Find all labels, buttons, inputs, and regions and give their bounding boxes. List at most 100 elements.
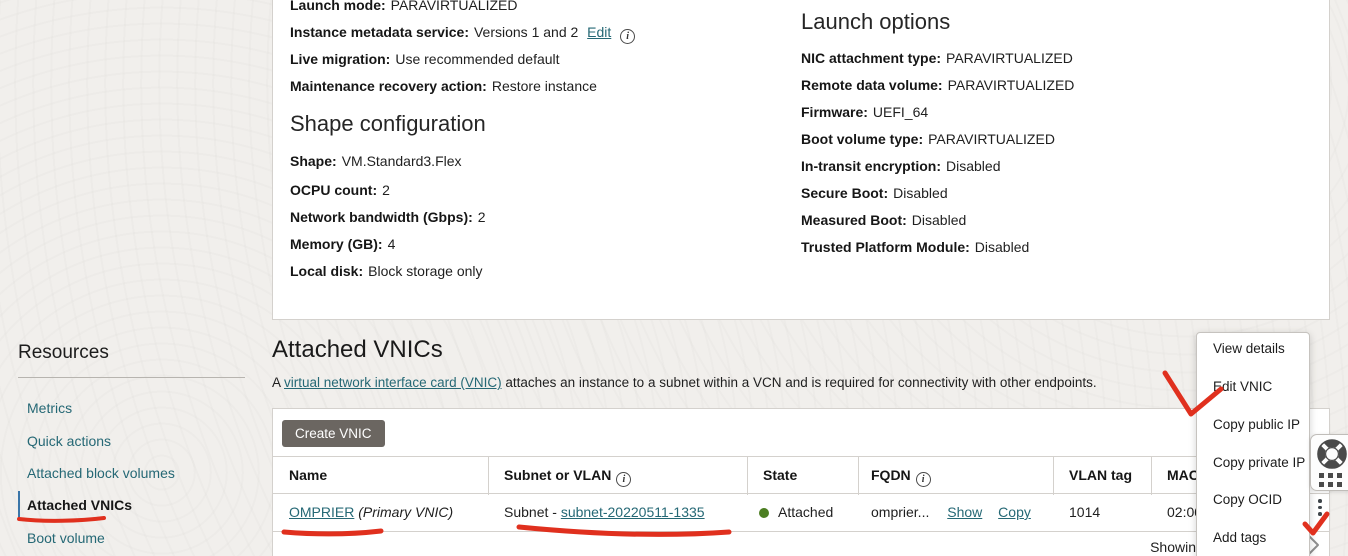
cell-state: Attached bbox=[759, 504, 833, 520]
detail-label: Network bandwidth (Gbps): bbox=[290, 209, 473, 225]
sidebar-item-metrics[interactable]: Metrics bbox=[27, 400, 72, 416]
vnic-doc-link[interactable]: virtual network interface card (VNIC) bbox=[284, 375, 502, 390]
primary-vnic-label: (Primary VNIC) bbox=[354, 504, 453, 520]
description-suffix: attaches an instance to a subnet within … bbox=[502, 375, 1097, 390]
detail-trusted-platform-module: Trusted Platform Module: Disabled bbox=[801, 239, 1029, 256]
kebab-dot bbox=[1318, 499, 1322, 503]
floating-tools-widget bbox=[1310, 434, 1348, 491]
detail-local-disk: Local disk: Block storage only bbox=[290, 263, 483, 280]
description-prefix: A bbox=[272, 375, 284, 390]
detail-label: Launch mode: bbox=[290, 0, 386, 13]
detail-value: 4 bbox=[388, 236, 396, 252]
info-icon[interactable] bbox=[620, 29, 635, 44]
kebab-dot bbox=[1318, 512, 1322, 516]
row-actions-kebab-icon[interactable] bbox=[1314, 499, 1326, 521]
menu-item-edit-vnic[interactable]: Edit VNIC bbox=[1197, 372, 1309, 402]
detail-value: 2 bbox=[382, 182, 390, 198]
cell-subnet: Subnet - subnet-20220511-1335 bbox=[504, 504, 705, 520]
detail-shape: Shape:VM.Standard3.Flex bbox=[290, 153, 462, 170]
resources-heading: Resources bbox=[18, 342, 109, 364]
detail-label: In-transit encryption: bbox=[801, 158, 941, 174]
fqdn-copy-link[interactable]: Copy bbox=[998, 504, 1031, 520]
detail-label: Boot volume type: bbox=[801, 131, 923, 147]
detail-in-transit-encryption: In-transit encryption: Disabled bbox=[801, 158, 1001, 175]
detail-label: Trusted Platform Module: bbox=[801, 239, 970, 255]
column-separator bbox=[1053, 457, 1054, 495]
detail-value: Disabled bbox=[946, 158, 1000, 174]
status-dot-icon bbox=[759, 508, 769, 518]
attached-vnics-heading: Attached VNICs bbox=[272, 336, 443, 364]
sidebar-divider bbox=[18, 377, 245, 378]
detail-label: NIC attachment type: bbox=[801, 50, 941, 66]
launch-options-heading: Launch options bbox=[801, 9, 950, 35]
menu-item-view-details[interactable]: View details bbox=[1197, 334, 1309, 364]
detail-instance-metadata-service: Instance metadata service: Versions 1 and… bbox=[290, 24, 635, 44]
column-separator bbox=[1151, 457, 1152, 495]
detail-value: Disabled bbox=[975, 239, 1029, 255]
status-text: Attached bbox=[778, 504, 833, 520]
vnics-table: Create VNIC Name Subnet or VLAN State FQ… bbox=[272, 408, 1330, 556]
detail-label: Live migration: bbox=[290, 51, 390, 67]
detail-label: Local disk: bbox=[290, 263, 363, 279]
menu-item-copy-ocid[interactable]: Copy OCID bbox=[1197, 485, 1309, 515]
info-icon[interactable] bbox=[916, 472, 931, 487]
column-header-name: Name bbox=[289, 467, 327, 483]
detail-label: OCPU count: bbox=[290, 182, 377, 198]
menu-item-copy-private-ip[interactable]: Copy private IP bbox=[1197, 448, 1309, 478]
detail-value: Use recommended default bbox=[395, 51, 559, 67]
detail-label: Firmware: bbox=[801, 104, 868, 120]
sidebar-item-boot-volume[interactable]: Boot volume bbox=[27, 530, 105, 546]
detail-label: Instance metadata service: bbox=[290, 24, 469, 40]
menu-item-copy-public-ip[interactable]: Copy public IP bbox=[1197, 410, 1309, 440]
fqdn-show-link[interactable]: Show bbox=[947, 504, 982, 520]
apps-grid-icon[interactable] bbox=[1319, 473, 1343, 487]
column-separator bbox=[488, 457, 489, 495]
sidebar-item-attached-block-volumes[interactable]: Attached block volumes bbox=[27, 465, 175, 481]
column-header-vlan-tag: VLAN tag bbox=[1069, 467, 1132, 483]
subnet-link[interactable]: subnet-20220511-1335 bbox=[561, 504, 705, 520]
shape-configuration-heading: Shape configuration bbox=[290, 111, 486, 137]
oci-instance-page: Launch mode: PARAVIRTUALIZED Instance met… bbox=[0, 0, 1348, 556]
detail-value: PARAVIRTUALIZED bbox=[928, 131, 1055, 147]
annotation-underline-sidebar-attached-vnics bbox=[19, 518, 104, 521]
create-vnic-button[interactable]: Create VNIC bbox=[282, 420, 385, 447]
detail-label: Measured Boot: bbox=[801, 212, 907, 228]
edit-metadata-link[interactable]: Edit bbox=[587, 24, 611, 40]
detail-firmware: Firmware: UEFI_64 bbox=[801, 104, 928, 121]
detail-value: 2 bbox=[478, 209, 486, 225]
kebab-dot bbox=[1318, 506, 1322, 510]
column-separator bbox=[858, 457, 859, 495]
detail-measured-boot: Measured Boot: Disabled bbox=[801, 212, 966, 229]
detail-value: PARAVIRTUALIZED bbox=[946, 50, 1073, 66]
life-ring-icon[interactable] bbox=[1317, 439, 1347, 469]
detail-value: Disabled bbox=[912, 212, 966, 228]
detail-ocpu-count: OCPU count: 2 bbox=[290, 182, 390, 199]
column-header-label: Subnet or VLAN bbox=[504, 467, 611, 483]
table-header-row: Name Subnet or VLAN State FQDN VLAN tag … bbox=[273, 456, 1329, 494]
detail-value: Versions 1 and 2 bbox=[474, 24, 578, 40]
detail-value: PARAVIRTUALIZED bbox=[391, 0, 518, 13]
column-header-label: FQDN bbox=[871, 467, 911, 483]
detail-live-migration: Live migration: Use recommended default bbox=[290, 51, 560, 68]
sidebar-item-attached-vnics[interactable]: Attached VNICs bbox=[27, 497, 132, 513]
sidebar-item-quick-actions[interactable]: Quick actions bbox=[27, 433, 111, 449]
detail-value: UEFI_64 bbox=[873, 104, 928, 120]
detail-value: PARAVIRTUALIZED bbox=[948, 77, 1075, 93]
detail-remote-data-volume: Remote data volume:PARAVIRTUALIZED bbox=[801, 77, 1074, 94]
detail-nic-attachment: NIC attachment type: PARAVIRTUALIZED bbox=[801, 50, 1073, 67]
detail-value: Block storage only bbox=[368, 263, 482, 279]
detail-label: Maintenance recovery action: bbox=[290, 78, 487, 94]
vnic-name-link[interactable]: OMPRIER bbox=[289, 504, 354, 520]
column-header-subnet: Subnet or VLAN bbox=[504, 467, 631, 487]
detail-value: Restore instance bbox=[492, 78, 597, 94]
info-icon[interactable] bbox=[616, 472, 631, 487]
active-item-indicator bbox=[18, 491, 20, 518]
showing-count-text: Showin bbox=[1150, 539, 1196, 555]
fqdn-value: omprier... bbox=[871, 504, 929, 520]
detail-launch-mode: Launch mode: PARAVIRTUALIZED bbox=[290, 0, 517, 14]
cell-name: OMPRIER (Primary VNIC) bbox=[289, 504, 453, 520]
detail-value: Disabled bbox=[893, 185, 947, 201]
column-header-state: State bbox=[763, 467, 797, 483]
menu-item-add-tags[interactable]: Add tags bbox=[1197, 523, 1309, 553]
detail-label: Secure Boot: bbox=[801, 185, 888, 201]
